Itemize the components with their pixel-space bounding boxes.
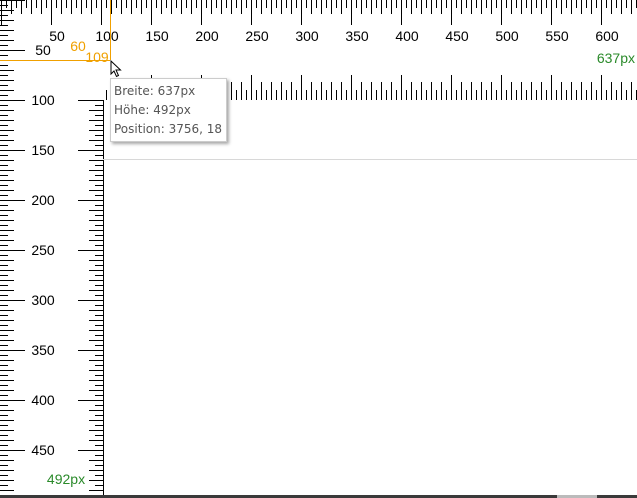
ruler-label-y: 300 [31,292,55,308]
ruler-label-y: 50 [35,42,51,58]
ruler-label-x: 400 [395,28,419,44]
ruler-label-y: 200 [31,192,55,208]
ruler-label-x: 500 [495,28,519,44]
ruler-label-y: 350 [31,342,55,358]
ruler-label-x: 450 [445,28,469,44]
ruler-label-x: 350 [345,28,369,44]
tooltip-height: Höhe: 492px [114,103,191,117]
ruler-height-label: 492px [47,471,85,487]
ruler-label-y: 400 [31,392,55,408]
guide-line [103,159,637,160]
ruler-label-x: 100 [95,28,119,44]
tooltip-position: Position: 3756, 18 [114,122,223,136]
crosshair-x-label: 109 [85,49,109,65]
ruler-label-x: 300 [295,28,319,44]
measurement-tooltip: Breite: 637px Höhe: 492px Position: 3756… [110,78,228,142]
screen-ruler[interactable]: 50 100 150 200 250 300 350 400 450 500 550 600 50 100… [0,0,637,498]
mouse-cursor-icon [110,60,122,78]
ruler-width-label: 637px [597,50,635,66]
ruler-label-x: 250 [245,28,269,44]
crosshair-y-label: 60 [70,38,86,54]
ruler-label-x: 600 [595,28,619,44]
ruler-label-y: 450 [31,442,55,458]
ruler-label-x: 550 [545,28,569,44]
ruler-label-x: 200 [195,28,219,44]
ruler-label-x: 150 [145,28,169,44]
ruler-label-y: 250 [31,242,55,258]
ruler-label-y: 150 [31,142,55,158]
tooltip-width: Breite: 637px [114,84,196,98]
ruler-label-x: 50 [49,28,65,44]
ruler-label-y: 100 [31,92,55,108]
